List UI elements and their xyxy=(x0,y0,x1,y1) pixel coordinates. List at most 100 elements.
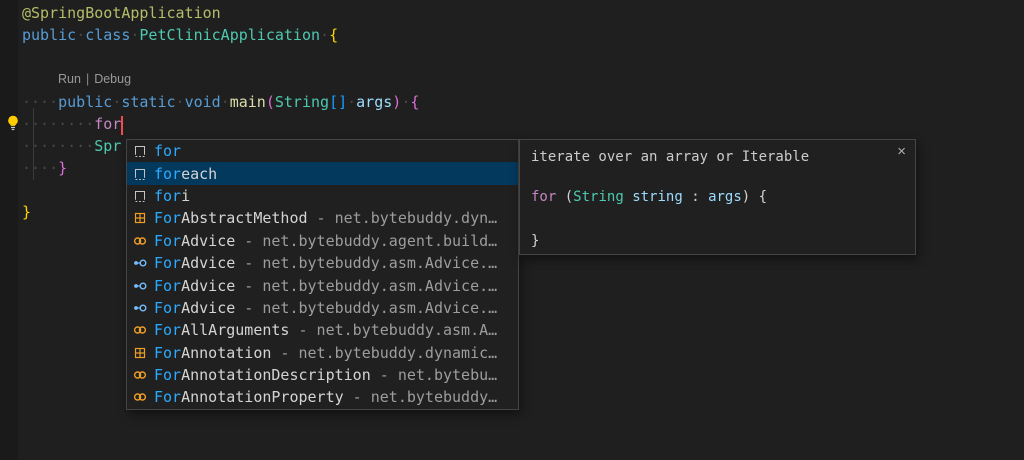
suggestion-label: ForAbstractMethod xyxy=(154,209,308,227)
enum-icon xyxy=(132,345,154,361)
suggestion-row[interactable]: ForAdvice - net.bytebuddy.asm.Advice.… xyxy=(127,274,518,296)
snippet-icon xyxy=(132,143,154,159)
enum-icon xyxy=(132,210,154,226)
suggestion-row[interactable]: ForAdvice - net.bytebuddy.agent.build… xyxy=(127,230,518,252)
suggestion-row[interactable]: ForAnnotationProperty - net.bytebuddy… xyxy=(127,386,518,408)
code-token: String xyxy=(275,93,329,111)
code-token xyxy=(750,189,758,205)
suggestion-row[interactable]: fori xyxy=(127,185,518,207)
code-token: } xyxy=(58,159,67,177)
suggestion-row[interactable]: ForAbstractMethod - net.bytebuddy.dyn… xyxy=(127,207,518,229)
code-token: public xyxy=(22,26,76,44)
code-token: ) xyxy=(742,189,750,205)
doc-code-line xyxy=(531,208,767,230)
code-token: main xyxy=(230,93,266,111)
code-token: String xyxy=(573,189,624,205)
suggestion-match: for xyxy=(154,142,181,160)
suggestion-detail: - net.bytebuddy.dyn… xyxy=(308,209,498,227)
suggestion-row[interactable]: ForAnnotationDescription - net.bytebu… xyxy=(127,364,518,386)
codelens-debug-link[interactable]: Debug xyxy=(94,72,131,86)
suggestion-match: for xyxy=(154,187,181,205)
code-line-close-class-brace: } xyxy=(22,201,31,223)
suggestion-detail: - net.bytebuddy.asm.Advice.… xyxy=(235,277,497,295)
code-token xyxy=(556,189,564,205)
code-token: · xyxy=(320,26,329,44)
code-token: : xyxy=(691,189,699,205)
suggestion-match: For xyxy=(154,254,181,272)
suggestion-label: ForAnnotationProperty xyxy=(154,388,344,406)
suggestion-match: For xyxy=(154,388,181,406)
suggestion-label: ForAdvice xyxy=(154,299,235,317)
suggestion-match: For xyxy=(154,209,181,227)
code-token: ( xyxy=(565,189,573,205)
code-token: string xyxy=(632,189,683,205)
suggestion-match: for xyxy=(154,165,181,183)
suggestion-match: For xyxy=(154,344,181,362)
code-token: · xyxy=(112,93,121,111)
suggestion-match: For xyxy=(154,321,181,339)
code-line-springapplication: ········Spr xyxy=(22,135,121,157)
suggestion-detail: - net.bytebuddy.dynamic… xyxy=(271,344,497,362)
code-token: ] xyxy=(338,93,347,111)
code-token: @SpringBootApplication xyxy=(22,4,221,22)
interface-icon xyxy=(132,278,154,294)
editor-gutter xyxy=(0,0,18,460)
code-line-close-method-brace: ····} xyxy=(22,157,67,179)
suggest-widget: forforeachforiForAbstractMethod - net.by… xyxy=(126,139,519,410)
code-token: · xyxy=(347,93,356,111)
suggestion-label: ForAllArguments xyxy=(154,321,289,339)
suggestion-list: forforeachforiForAbstractMethod - net.by… xyxy=(127,140,518,409)
code-token: ········ xyxy=(22,115,94,133)
suggestion-row[interactable]: ForAnnotation - net.bytebuddy.dynamic… xyxy=(127,342,518,364)
code-token xyxy=(624,189,632,205)
doc-code-line: } xyxy=(531,230,767,252)
doc-summary: iterate over an array or Iterable xyxy=(531,148,809,166)
suggestion-row[interactable]: ForAdvice - net.bytebuddy.asm.Advice.… xyxy=(127,252,518,274)
class-icon xyxy=(132,322,154,338)
code-token: args xyxy=(708,189,742,205)
code-token: for xyxy=(94,115,121,133)
suggestion-row[interactable]: ForAdvice - net.bytebuddy.asm.Advice.… xyxy=(127,297,518,319)
code-token: { xyxy=(329,26,338,44)
suggestion-label: for xyxy=(154,142,181,160)
suggestion-row[interactable]: foreach xyxy=(127,162,518,184)
code-token: [ xyxy=(329,93,338,111)
code-token: args xyxy=(356,93,392,111)
code-token xyxy=(700,189,708,205)
code-line-class-declaration: public·class·PetClinicApplication·{ xyxy=(22,24,338,46)
suggestion-label: fori xyxy=(154,187,190,205)
code-token: · xyxy=(401,93,410,111)
lightbulb-icon[interactable] xyxy=(4,114,22,132)
suggestion-match: For xyxy=(154,277,181,295)
code-token: { xyxy=(759,189,767,205)
suggestion-row[interactable]: ForAllArguments - net.bytebuddy.asm.A… xyxy=(127,319,518,341)
code-line-for-typed: ········for xyxy=(22,113,121,135)
suggestion-label: ForAnnotationDescription xyxy=(154,366,371,384)
suggestion-label: ForAnnotation xyxy=(154,344,271,362)
suggestion-label: foreach xyxy=(154,165,217,183)
suggestion-match: For xyxy=(154,366,181,384)
code-token: ( xyxy=(266,93,275,111)
snippet-icon xyxy=(132,188,154,204)
class-icon xyxy=(132,389,154,405)
suggestion-row[interactable]: for xyxy=(127,140,518,162)
suggest-docs-panel: × iterate over an array or Iterable for … xyxy=(519,139,916,255)
code-token: { xyxy=(410,93,419,111)
suggestion-label: ForAdvice xyxy=(154,277,235,295)
code-token: static xyxy=(121,93,175,111)
suggestion-detail: - net.bytebuddy.asm.Advice.… xyxy=(235,254,497,272)
code-token xyxy=(683,189,691,205)
text-cursor xyxy=(121,116,123,135)
close-icon[interactable]: × xyxy=(897,144,906,160)
code-token: } xyxy=(22,203,31,221)
suggestion-label: ForAdvice xyxy=(154,254,235,272)
code-token: ···· xyxy=(22,159,58,177)
doc-code-preview: for (String string : args) { } xyxy=(531,186,767,252)
code-token: void xyxy=(185,93,221,111)
code-token: } xyxy=(531,233,539,249)
code-editor[interactable]: @SpringBootApplication public·class·PetC… xyxy=(0,0,1024,460)
suggestion-match: For xyxy=(154,299,181,317)
code-token: ···· xyxy=(22,93,58,111)
codelens-run-link[interactable]: Run xyxy=(58,72,81,86)
code-token: · xyxy=(221,93,230,111)
